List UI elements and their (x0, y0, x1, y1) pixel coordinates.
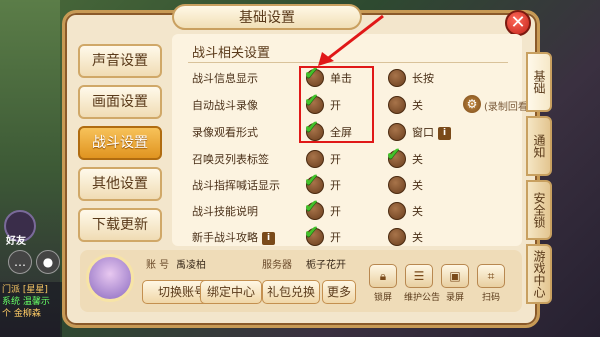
more-button[interactable]: 更多 (322, 280, 356, 304)
tab-notifications[interactable]: 通知 (526, 116, 552, 176)
lock-icon[interactable]: 🔒︎ (369, 264, 397, 288)
screen-record-button[interactable]: ▣ 录屏 (440, 264, 470, 303)
server-label: 服务器 (262, 260, 292, 271)
settings-main-tabs: 基础 通知 安全锁 游戏中心 (526, 52, 552, 308)
account-label: 账 号 (146, 260, 170, 271)
mini-button-label: 锁屏 (373, 293, 392, 303)
scan-icon[interactable]: ⌗ (477, 264, 505, 288)
record-icon[interactable]: ▣ (441, 264, 469, 288)
scan-code-button[interactable]: ⌗ 扫码 (476, 264, 506, 303)
account-name: 禹凌柏 (176, 260, 206, 271)
tab-basic[interactable]: 基础 (526, 52, 552, 112)
bind-center-button[interactable]: 绑定中心 (200, 280, 262, 304)
tab-security-lock[interactable]: 安全锁 (526, 180, 552, 240)
mini-button-label: 录屏 (445, 293, 464, 303)
tab-game-center[interactable]: 游戏中心 (526, 244, 552, 304)
maintenance-notice-button[interactable]: ☰ 维护公告 (404, 264, 441, 303)
lock-screen-button[interactable]: 🔒︎ 锁屏 (368, 264, 398, 303)
avatar[interactable] (86, 254, 134, 302)
server-name: 栀子花开 (306, 260, 346, 271)
gift-redeem-button[interactable]: 礼包兑换 (262, 280, 320, 304)
notice-icon[interactable]: ☰ (405, 264, 433, 288)
mini-button-label: 维护公告 (404, 293, 441, 303)
mini-button-label: 扫码 (481, 293, 500, 303)
